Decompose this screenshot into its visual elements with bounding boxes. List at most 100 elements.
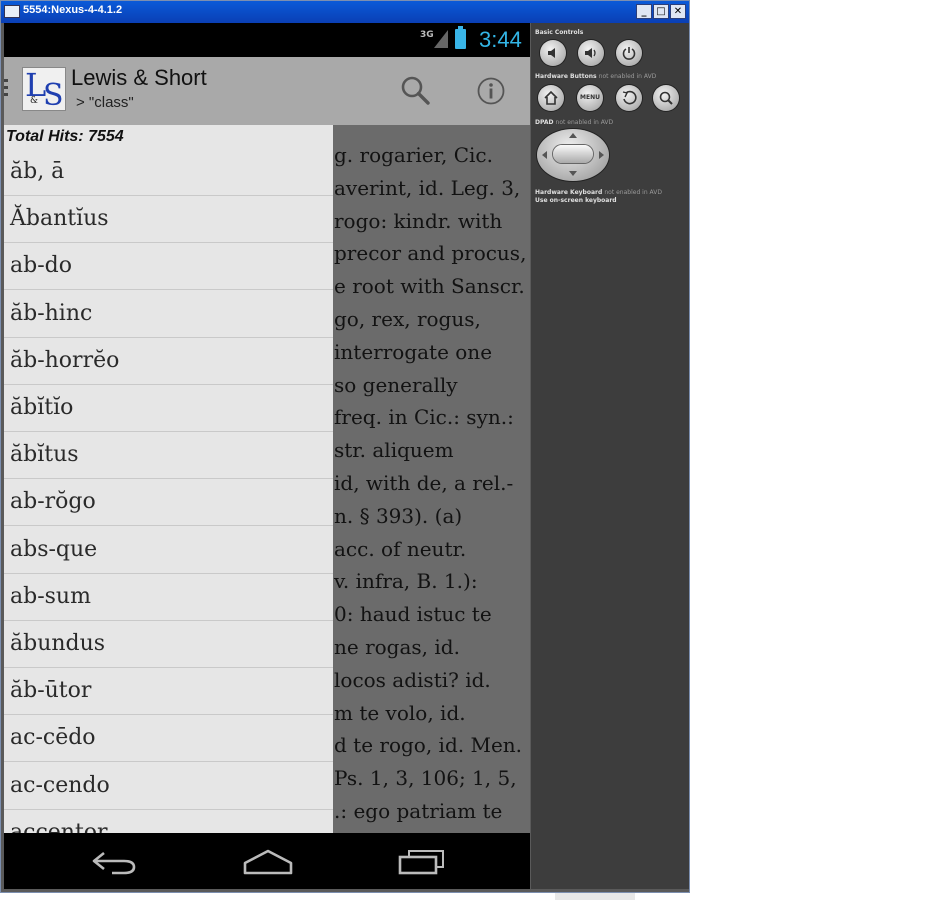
definition-line: freq. in Cic.: syn.: — [334, 405, 514, 430]
close-button[interactable]: ✕ — [670, 4, 686, 19]
hardware-buttons-note: not enabled in AVD — [598, 73, 657, 80]
basic-controls-label: Basic Controls — [535, 29, 584, 36]
onscreen-keyboard-option[interactable]: Use on-screen keyboard — [535, 197, 617, 204]
entry-list-item[interactable]: ăbĭtus — [4, 432, 333, 480]
window-icon — [4, 5, 20, 18]
entry-list-item[interactable]: Ăbantĭus — [4, 196, 333, 244]
entry-list-item[interactable]: ab-sum — [4, 574, 333, 621]
entry-list-item[interactable]: ăb, ā — [4, 149, 333, 196]
definition-line: .: ego patriam te — [334, 799, 503, 823]
dpad-control[interactable] — [537, 129, 609, 181]
entry-headword: ăb-hinc — [10, 300, 93, 326]
dpad-up-icon[interactable] — [569, 133, 577, 138]
dpad-down-icon[interactable] — [569, 171, 577, 176]
status-bar: 3G 3:44 — [4, 23, 530, 57]
entry-headword: ab-sum — [10, 583, 91, 609]
definition-line: v. infra, B. 1.): — [334, 569, 478, 594]
app-logo[interactable]: L S & — [22, 66, 66, 113]
entry-list-item[interactable]: ac-cendo — [4, 763, 333, 810]
definition-line: interrogate one — [334, 339, 493, 364]
drawer-indicator-icon[interactable] — [4, 79, 9, 100]
definition-line: rogo: kindr. with — [334, 208, 503, 233]
hardware-keyboard-note: not enabled in AVD — [604, 189, 662, 196]
hw-search-button[interactable] — [653, 85, 679, 111]
info-icon[interactable] — [477, 77, 505, 105]
volume-up-icon — [585, 48, 596, 58]
hardware-keyboard-label: Hardware Keyboard not enabled in AVD — [535, 189, 662, 196]
entry-headword: ab-do — [10, 253, 72, 279]
dpad-note: not enabled in AVD — [555, 119, 614, 126]
navigation-bar — [4, 833, 530, 889]
hw-home-button[interactable] — [538, 85, 564, 111]
window-titlebar: 5554:Nexus-4-4.1.2 _ □ ✕ — [1, 1, 689, 23]
entry-list-item[interactable]: ăbundus — [4, 621, 333, 668]
definition-line: locos adisti? id. — [334, 667, 491, 692]
volume-up-button[interactable] — [578, 40, 604, 66]
logo-ampersand: & — [30, 96, 39, 106]
entry-headword: abs-que — [10, 536, 98, 562]
entry-list-item[interactable]: ăb-hinc — [4, 291, 333, 338]
emulator-window: 5554:Nexus-4-4.1.2 _ □ ✕ 3G 3:44 L S & L… — [0, 0, 690, 893]
minimize-button[interactable]: _ — [636, 4, 652, 19]
volume-down-button[interactable] — [540, 40, 566, 66]
entry-headword: ăb, ā — [10, 159, 65, 184]
entry-list-item[interactable]: abs-que — [4, 527, 333, 574]
entry-list-item[interactable]: ăb-ūtor — [4, 668, 333, 716]
dpad-left-icon[interactable] — [542, 151, 547, 159]
definition-line: e root with Sanscr. — [334, 274, 525, 299]
entry-list-item[interactable]: ab-do — [4, 243, 333, 291]
definition-line: g. rogarier, Cic. — [334, 143, 493, 167]
definition-line: averint, id. Leg. 3, — [334, 175, 521, 200]
entry-headword: ac-cendo — [10, 772, 110, 798]
hw-menu-button[interactable]: MENU — [577, 85, 603, 111]
search-icon[interactable] — [400, 75, 430, 105]
hardware-buttons-label: Hardware Buttons not enabled in AVD — [535, 73, 656, 80]
dpad-right-icon[interactable] — [599, 151, 604, 159]
entry-list-item[interactable]: ab-rŏgo — [4, 479, 333, 527]
back-icon[interactable] — [90, 849, 138, 875]
entry-headword: ăb-ūtor — [10, 678, 92, 704]
taskbar-fragment — [555, 893, 635, 900]
definition-line: so generally — [334, 372, 458, 397]
recents-icon[interactable] — [396, 849, 448, 875]
entry-headword: ăbundus — [10, 631, 106, 656]
search-query-subtitle: > "class" — [76, 94, 134, 111]
back-icon — [622, 90, 637, 105]
definition-line: acc. of neutr. — [334, 536, 467, 561]
definition-line: d te rogo, id. Men. — [334, 733, 523, 758]
definition-line: str. aliquem — [334, 438, 454, 463]
dpad-text: DPAD — [535, 119, 554, 126]
action-bar: L S & Lewis & Short > "class" — [4, 57, 530, 125]
home-icon[interactable] — [242, 849, 294, 875]
entry-list-item[interactable]: ăb-horrĕo — [4, 338, 333, 385]
network-type: 3G — [420, 30, 434, 40]
entry-headword: ăbĭtĭo — [10, 395, 74, 420]
home-icon — [544, 90, 558, 105]
entry-list-item[interactable]: accentor — [4, 810, 333, 833]
entry-headword: accentor — [10, 819, 108, 833]
search-icon — [659, 91, 673, 105]
emulator-controls-panel: Basic Controls Hardware Buttons not enab… — [531, 23, 689, 889]
definition-line: n. § 393). (a) — [334, 503, 463, 528]
power-icon — [622, 47, 636, 60]
entry-headword: ac-cēdo — [10, 725, 96, 751]
definition-line: 0: haud istuc te — [334, 602, 492, 627]
definition-line: ne rogas, id. — [334, 635, 460, 659]
definition-line: Ps. 1, 3, 106; 1, 5, — [334, 766, 517, 791]
entry-list-item[interactable]: ac-cēdo — [4, 715, 333, 763]
entry-list-item[interactable]: ăbĭtĭo — [4, 385, 333, 432]
hardware-buttons-text: Hardware Buttons — [535, 73, 597, 80]
definition-line: id, with de, a rel.- — [334, 471, 514, 495]
signal-icon — [434, 30, 448, 48]
status-time: 3:44 — [479, 27, 522, 52]
results-drawer: Total Hits: 7554 ăb, ā Ăbantĭus ab-do ăb-hi… — [4, 125, 333, 833]
hw-back-button[interactable] — [616, 85, 642, 111]
entry-headword: ab-rŏgo — [10, 489, 96, 515]
device-screen: 3G 3:44 L S & Lewis & Short > "class" g.… — [4, 23, 530, 889]
dpad-center-button[interactable] — [553, 145, 593, 163]
maximize-button[interactable]: □ — [653, 4, 669, 19]
dpad-label: DPAD not enabled in AVD — [535, 119, 613, 126]
logo-letter-s: S — [43, 78, 64, 113]
app-title: Lewis & Short — [71, 65, 207, 90]
power-button[interactable] — [616, 40, 642, 66]
